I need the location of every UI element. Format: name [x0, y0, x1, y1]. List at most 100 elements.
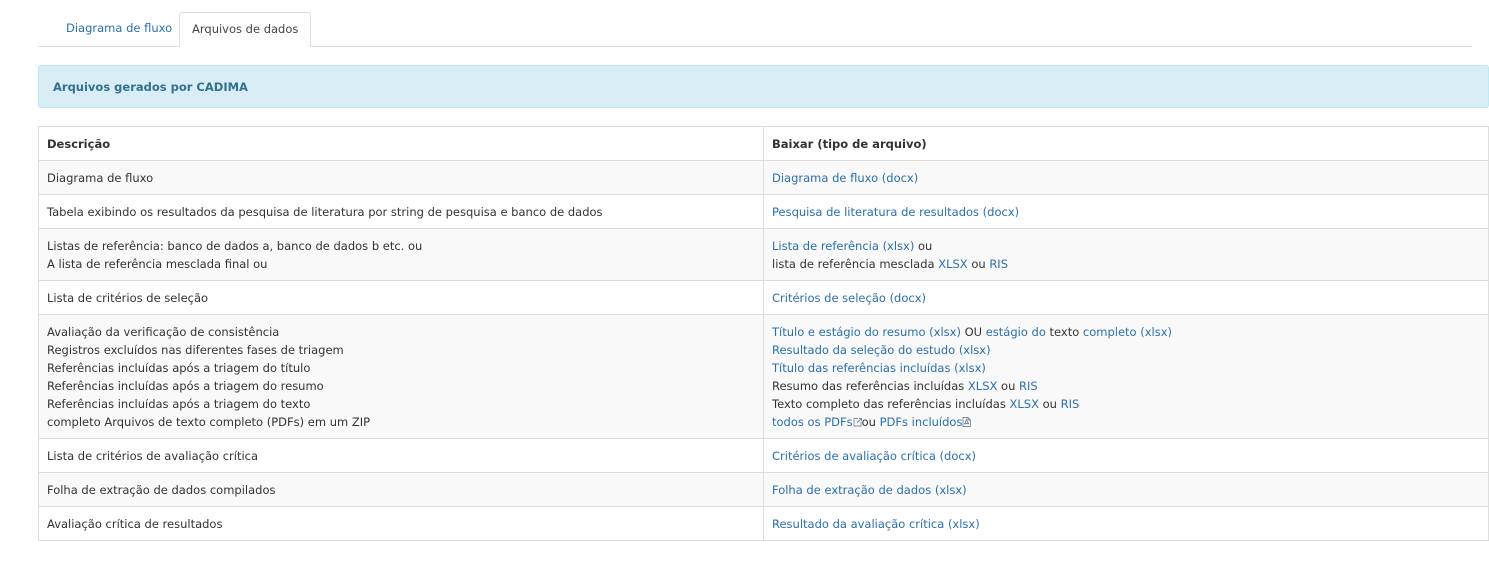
link-label: Folha de extração de dados (xlsx) [772, 483, 967, 497]
table-row: Lista de critérios de seleção Critérios d… [38, 280, 1489, 315]
download-line: todos os PDFs ou PDFs incluídos [772, 413, 1480, 431]
connector-text: ou [968, 257, 990, 271]
connector-text: OU [961, 325, 986, 339]
connector-text: ou [914, 239, 932, 253]
data-files-table: Descrição Baixar (tipo de arquivo) Diagr… [38, 126, 1489, 541]
download-line: Texto completo das referências incluídas… [772, 395, 1480, 413]
download-link[interactable]: XLSX [938, 257, 967, 271]
download-link[interactable]: Título e estágio do resumo (xlsx) [772, 325, 961, 339]
text-label: lista de referência mesclada [772, 257, 939, 271]
link-label: RIS [1019, 379, 1038, 393]
download-link[interactable]: Resultado da seleção do estudo (xlsx) [772, 343, 991, 357]
description-line: Lista de critérios de seleção [47, 291, 209, 305]
description-line: Referências incluídas após a triagem do … [47, 379, 324, 393]
text-label: ou [997, 379, 1020, 393]
header-description: Descrição [38, 126, 764, 161]
download-link[interactable]: Critérios de seleção (docx) [772, 291, 926, 305]
description-line: Registros excluídos nas diferentes fases… [47, 343, 344, 357]
pdf-file-icon [963, 417, 972, 427]
link-label: Critérios de avaliação crítica (docx) [772, 449, 976, 463]
info-alert: Arquivos gerados por CADIMA [38, 65, 1489, 108]
link-label: Título e estágio do resumo (xlsx) [772, 325, 961, 339]
table-body: Diagrama de fluxo Diagrama de fluxo (docx… [38, 160, 1489, 541]
link-label: RIS [1060, 397, 1080, 411]
download-line: Pesquisa de literatura de resultados (do… [772, 203, 1480, 221]
description-cell: Diagrama de fluxo [38, 160, 764, 195]
link-label: Pesquisa de literatura de resultados (do… [772, 205, 1020, 219]
description-line: Referências incluídas após a triagem do … [47, 397, 311, 411]
download-line: Resultado da avaliação crítica (xlsx) [772, 515, 1480, 533]
download-line: Título das referências incluídas (xlsx) [772, 359, 1480, 377]
description-line: Lista de critérios de avaliação crítica [47, 449, 259, 463]
download-link[interactable]: Lista de referência (xlsx) [772, 239, 914, 253]
description-line: Diagrama de fluxo [47, 171, 154, 185]
description-cell: Avaliação da verificação de consistência… [38, 314, 764, 439]
download-cell: Folha de extração de dados (xlsx) [763, 472, 1489, 507]
download-link[interactable]: estágio do [986, 325, 1046, 339]
description-line: Folha de extração de dados compilados [47, 483, 276, 497]
connector-text: Resumo das referências incluídas [772, 379, 968, 393]
download-line: Resumo das referências incluídas XLSX ou… [772, 377, 1480, 395]
connector-text: Texto completo das referências incluídas [772, 397, 1009, 411]
table-row: Avaliação crítica de resultados Resultado… [38, 506, 1489, 541]
tab-bar: Diagrama de fluxo Arquivos de dados [38, 12, 1472, 47]
download-link[interactable]: RIS [1019, 379, 1038, 393]
tab-flow-diagram[interactable]: Diagrama de fluxo [54, 12, 184, 46]
download-link[interactable]: todos os PDFs [772, 415, 862, 429]
download-line: Resultado da seleção do estudo (xlsx) [772, 341, 1480, 359]
description-line: Avaliação da verificação de consistência [47, 325, 280, 339]
text-label: Resumo das referências incluídas [772, 379, 968, 393]
link-label: Resultado da seleção do estudo (xlsx) [772, 343, 991, 357]
table-row: Diagrama de fluxo Diagrama de fluxo (docx… [38, 160, 1489, 195]
download-line: lista de referência mesclada XLSX ou RIS [772, 255, 1480, 273]
download-link[interactable]: XLSX [968, 379, 997, 393]
text-label: ou [914, 239, 933, 253]
link-label: Resultado da avaliação crítica (xlsx) [772, 517, 980, 531]
download-link[interactable]: Pesquisa de literatura de resultados (do… [772, 205, 1019, 219]
header-download: Baixar (tipo de arquivo) [763, 126, 1489, 161]
download-link[interactable]: RIS [1061, 397, 1080, 411]
download-link[interactable]: Título das referências incluídas (xlsx) [772, 361, 986, 375]
download-link[interactable]: XLSX [1009, 397, 1038, 411]
connector-text: ou [862, 415, 880, 429]
description-cell: Tabela exibindo os resultados da pesquis… [38, 194, 764, 229]
download-cell: Pesquisa de literatura de resultados (do… [763, 194, 1489, 229]
description-cell: Lista de critérios de avaliação crítica [38, 438, 764, 473]
link-label: XLSX [1009, 397, 1039, 411]
download-cell: Critérios de seleção (docx) [763, 280, 1489, 315]
description-cell: Avaliação crítica de resultados [38, 506, 764, 541]
download-link[interactable]: Diagrama de fluxo (docx) [772, 171, 918, 185]
table-row: Listas de referência: banco de dados a, … [38, 228, 1489, 281]
link-label: completo (xlsx) [1082, 325, 1173, 339]
table-row: Lista de critérios de avaliação crítica C… [38, 438, 1489, 473]
table-row: Folha de extração de dados compilados Fol… [38, 472, 1489, 507]
description-line: completo Arquivos de texto completo (PDF… [47, 415, 371, 429]
download-link[interactable]: completo (xlsx) [1083, 325, 1172, 339]
download-link[interactable]: Resultado da avaliação crítica (xlsx) [772, 517, 980, 531]
connector-text: ou [1039, 397, 1061, 411]
download-link[interactable]: Folha de extração de dados (xlsx) [772, 483, 967, 497]
link-label: RIS [989, 257, 1008, 271]
download-link[interactable]: RIS [989, 257, 1008, 271]
download-cell: Título e estágio do resumo (xlsx) OU est… [763, 314, 1489, 439]
tab-data-files[interactable]: Arquivos de dados [179, 12, 312, 47]
download-line: Diagrama de fluxo (docx) [772, 169, 1480, 187]
table-row: Avaliação da verificação de consistência… [38, 314, 1489, 439]
link-label: XLSX [967, 379, 998, 393]
link-label: Lista de referência (xlsx) [772, 239, 915, 253]
text-label: ou [967, 257, 990, 271]
link-label: Critérios de seleção (docx) [772, 291, 927, 305]
table-header-row: Descrição Baixar (tipo de arquivo) [38, 126, 1489, 161]
description-line: Referências incluídas após a triagem do … [47, 361, 311, 375]
link-label: Título das referências incluídas (xlsx) [772, 361, 986, 375]
link-label: XLSX [938, 257, 968, 271]
link-label: Diagrama de fluxo (docx) [772, 171, 919, 185]
download-line: Critérios de avaliação crítica (docx) [772, 447, 1480, 465]
description-cell: Folha de extração de dados compilados [38, 472, 764, 507]
download-link[interactable]: Critérios de avaliação crítica (docx) [772, 449, 976, 463]
text-label: OU [960, 325, 986, 339]
table-row: Tabela exibindo os resultados da pesquis… [38, 194, 1489, 229]
download-cell: Diagrama de fluxo (docx) [763, 160, 1489, 195]
download-cell: Resultado da avaliação crítica (xlsx) [763, 506, 1489, 541]
download-link[interactable]: PDFs incluídos [880, 415, 972, 429]
